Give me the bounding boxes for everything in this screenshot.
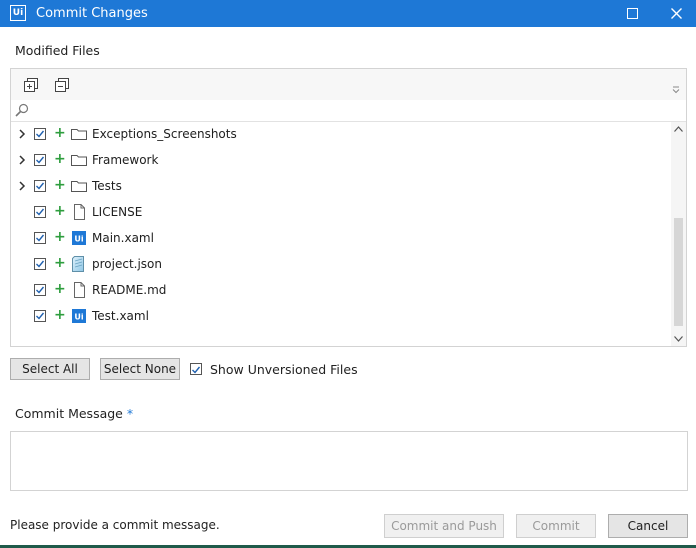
checkmark-icon <box>36 182 45 190</box>
file-name: Test.xaml <box>92 309 149 323</box>
scroll-up-icon[interactable] <box>674 126 683 132</box>
added-status-icon: + <box>54 281 66 297</box>
added-status-icon: + <box>54 229 66 245</box>
file-checkbox[interactable] <box>34 310 46 322</box>
scroll-down-icon[interactable] <box>674 336 683 342</box>
checkmark-icon <box>36 208 45 216</box>
search-icon <box>15 103 29 117</box>
files-toolbar <box>11 69 686 101</box>
file-checkbox[interactable] <box>34 206 46 218</box>
maximize-button[interactable] <box>610 0 654 27</box>
filter-dropdown-icon[interactable] <box>672 86 680 94</box>
checkmark-icon <box>192 366 201 374</box>
window-title: Commit Changes <box>36 6 148 21</box>
added-status-icon: + <box>54 307 66 323</box>
file-icon <box>74 282 85 298</box>
file-checkbox[interactable] <box>34 232 46 244</box>
select-all-button[interactable]: Select All <box>10 358 90 380</box>
checkmark-icon <box>36 130 45 138</box>
cancel-button[interactable]: Cancel <box>608 514 688 538</box>
commit-and-push-button[interactable]: Commit and Push <box>384 514 504 538</box>
close-button[interactable] <box>654 0 696 27</box>
select-none-button[interactable]: Select None <box>100 358 180 380</box>
tree-row[interactable]: + Ui Main.xaml <box>11 226 671 252</box>
file-checkbox[interactable] <box>34 154 46 166</box>
file-name: Exceptions_Screenshots <box>92 127 237 141</box>
required-asterisk: * <box>126 406 134 421</box>
chevron-right-icon[interactable] <box>17 155 27 165</box>
folder-icon <box>71 129 87 140</box>
file-name: LICENSE <box>92 205 143 219</box>
folder-icon <box>71 181 87 192</box>
folder-icon <box>71 155 87 166</box>
tree-row[interactable]: + Exceptions_Screenshots <box>11 122 671 148</box>
commit-message-label-text: Commit Message <box>15 406 123 421</box>
added-status-icon: + <box>54 203 66 219</box>
json-file-icon <box>72 256 84 272</box>
title-bar: Ui Commit Changes <box>0 0 696 27</box>
modified-files-panel: + Exceptions_Screenshots + Framework + Tests +… <box>10 68 687 347</box>
commit-message-box <box>10 431 688 491</box>
scroll-thumb[interactable] <box>674 218 683 326</box>
file-tree: + Exceptions_Screenshots + Framework + Tests +… <box>11 122 671 346</box>
commit-button[interactable]: Commit <box>516 514 596 538</box>
added-status-icon: + <box>54 255 66 271</box>
file-name: Framework <box>92 153 159 167</box>
modified-files-label: Modified Files <box>15 43 100 58</box>
filter-row <box>11 100 686 122</box>
filter-input[interactable] <box>33 101 673 119</box>
added-status-icon: + <box>54 151 66 167</box>
vertical-scrollbar[interactable] <box>671 122 686 346</box>
file-checkbox[interactable] <box>34 180 46 192</box>
tree-row[interactable]: + LICENSE <box>11 200 671 226</box>
tree-row[interactable]: + Tests <box>11 174 671 200</box>
checkmark-icon <box>36 312 45 320</box>
svg-text:Ui: Ui <box>74 235 83 244</box>
show-unversioned-label[interactable]: Show Unversioned Files <box>210 362 358 377</box>
file-name: Tests <box>92 179 122 193</box>
file-checkbox[interactable] <box>34 128 46 140</box>
show-unversioned-checkbox[interactable] <box>190 363 202 375</box>
tree-row[interactable]: + README.md <box>11 278 671 304</box>
status-message: Please provide a commit message. <box>10 518 220 532</box>
file-name: README.md <box>92 283 167 297</box>
commit-message-input[interactable] <box>11 432 687 490</box>
chevron-right-icon[interactable] <box>17 129 27 139</box>
added-status-icon: + <box>54 125 66 141</box>
collapse-all-icon[interactable] <box>55 78 69 92</box>
file-checkbox[interactable] <box>34 284 46 296</box>
chevron-right-icon[interactable] <box>17 181 27 191</box>
added-status-icon: + <box>54 177 66 193</box>
checkmark-icon <box>36 234 45 242</box>
uipath-logo-icon: Ui <box>10 5 26 21</box>
checkmark-icon <box>36 286 45 294</box>
tree-row[interactable]: + Framework <box>11 148 671 174</box>
xaml-file-icon: Ui <box>72 309 86 323</box>
file-name: Main.xaml <box>92 231 154 245</box>
tree-row[interactable]: + project.json <box>11 252 671 278</box>
file-icon <box>74 204 85 220</box>
maximize-icon <box>626 8 638 19</box>
expand-all-icon[interactable] <box>24 78 38 92</box>
checkmark-icon <box>36 156 45 164</box>
xaml-file-icon: Ui <box>72 231 86 245</box>
tree-row[interactable]: + Ui Test.xaml <box>11 304 671 330</box>
file-name: project.json <box>92 257 162 271</box>
file-checkbox[interactable] <box>34 258 46 270</box>
close-icon <box>670 8 682 19</box>
commit-message-label: Commit Message * <box>15 406 133 421</box>
checkmark-icon <box>36 260 45 268</box>
svg-text:Ui: Ui <box>74 313 83 322</box>
